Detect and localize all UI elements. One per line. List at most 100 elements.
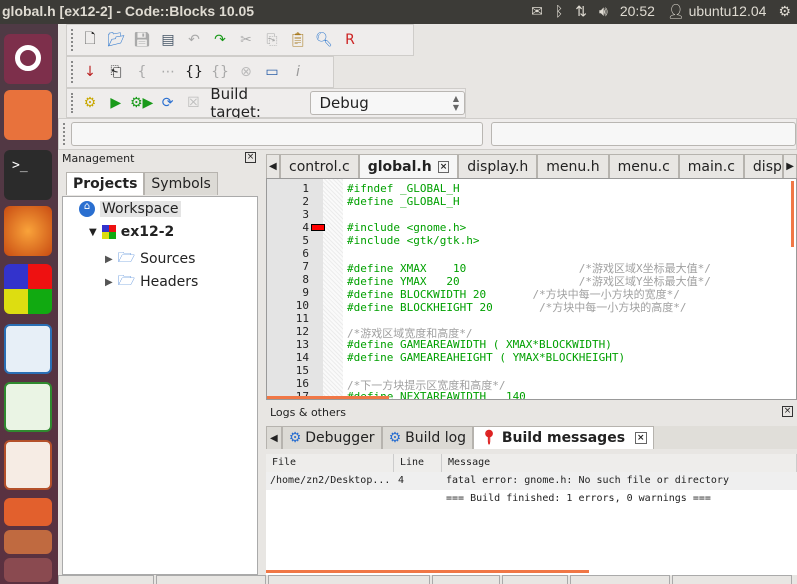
tabs-scroll-right-icon[interactable]: ▶	[783, 154, 797, 178]
cell-file: /home/zn2/Desktop...	[270, 475, 391, 486]
undo-icon[interactable]: ↶	[185, 31, 203, 49]
collapse-arrow-icon[interactable]: ▶	[105, 254, 113, 265]
status-default	[672, 575, 792, 584]
power-icon[interactable]: ⚙	[778, 3, 791, 20]
collapse-arrow-icon[interactable]: ▶	[105, 277, 113, 288]
rebuild-icon[interactable]: ⟳	[159, 94, 177, 112]
user-menu[interactable]: 👤︎ ubuntu12.04	[667, 3, 767, 20]
close-icon[interactable]: ×	[782, 406, 793, 417]
firefox-icon[interactable]	[4, 206, 52, 256]
column-header-line[interactable]: Line	[394, 454, 442, 472]
scope-select[interactable]	[71, 122, 483, 146]
system-settings-icon[interactable]	[4, 558, 52, 582]
stop-debug-icon[interactable]: ⊗	[237, 63, 255, 81]
fold-margin	[323, 179, 343, 399]
tab-main-c[interactable]: main.c	[678, 154, 744, 178]
network-icon[interactable]: ⇅	[575, 3, 587, 20]
abort-icon[interactable]: ☒	[184, 94, 202, 112]
debug-next-icon[interactable]: ⎗	[107, 63, 125, 81]
terminal-icon[interactable]: >_	[4, 150, 52, 200]
close-tab-icon[interactable]: ×	[437, 160, 450, 173]
tab-debugger[interactable]: ⚙ Debugger	[281, 426, 382, 449]
project-tree: ⌂ Workspace ▼ ex12-2 ▶ 🗁 Sources ▶ 🗁 Headers	[62, 196, 258, 575]
tab-menu-h[interactable]: menu.h	[537, 154, 609, 178]
tab-control-c[interactable]: control.c	[280, 154, 359, 178]
column-header-message[interactable]: Message	[442, 454, 797, 472]
info-icon[interactable]: i	[289, 63, 307, 81]
build-target-select[interactable]: Debug ▲ ▼	[310, 91, 466, 115]
gear-icon: ⚙	[388, 430, 402, 446]
horizontal-scrollbar[interactable]	[267, 396, 389, 399]
ubuntu-dash-icon[interactable]	[4, 34, 52, 84]
build-icon[interactable]: ⚙	[81, 94, 99, 112]
save-icon[interactable]: 💾︎	[133, 31, 151, 49]
tab-display[interactable]: displa	[743, 154, 784, 178]
update-manager-icon[interactable]	[4, 530, 52, 554]
open-icon[interactable]: 📂︎	[107, 31, 125, 49]
debug-windows-icon[interactable]: ▭	[263, 63, 281, 81]
table-row[interactable]: === Build finished: 1 errors, 0 warnings…	[266, 490, 797, 506]
tabs-scroll-left-icon[interactable]: ◀	[266, 154, 281, 178]
tab-display-h[interactable]: display.h	[458, 154, 538, 178]
paste-icon[interactable]: 📋︎	[289, 31, 307, 49]
next-instruction-icon[interactable]: {}	[185, 63, 203, 81]
build-and-run-icon[interactable]: ⚙▶	[130, 94, 153, 112]
tab-build-messages[interactable]: 📍︎ Build messages ×	[473, 426, 654, 449]
replace-icon[interactable]: R	[341, 31, 359, 49]
codeblocks-icon[interactable]	[4, 264, 52, 314]
code-comment: /*方块中每一小方块的高度*/	[539, 301, 687, 314]
writer-icon[interactable]	[4, 324, 52, 374]
project-label: ex12-2	[120, 224, 175, 240]
tree-folder-sources[interactable]: ▶ 🗁 Sources	[105, 247, 195, 271]
status-position	[268, 575, 430, 584]
line-number: 7	[302, 260, 309, 273]
function-select[interactable]	[490, 122, 796, 146]
code-editor[interactable]: 1 #ifndef _GLOBAL_H 2 #define _GLOBAL_H 3 4 #i…	[266, 178, 797, 400]
tree-folder-headers[interactable]: ▶ 🗁 Headers	[105, 270, 198, 294]
close-tab-icon[interactable]: ×	[635, 432, 647, 444]
horizontal-scrollbar[interactable]	[266, 570, 589, 573]
save-all-icon[interactable]: ▤	[159, 31, 177, 49]
compiler-toolbar: ⚙ ▶ ⚙▶ ⟳ ☒ Build target: Debug ▲ ▼	[66, 85, 466, 121]
management-tabs: Projects Symbols	[66, 172, 218, 195]
step-instruction-icon[interactable]: {}	[211, 63, 229, 81]
files-icon[interactable]	[4, 90, 52, 140]
tab-projects[interactable]: Projects	[66, 172, 145, 195]
close-icon[interactable]: ×	[245, 152, 256, 163]
tab-build-log[interactable]: ⚙ Build log	[381, 426, 474, 449]
code-line: #include <gnome.h>	[347, 221, 466, 234]
project-icon	[101, 225, 116, 239]
expand-arrow-icon[interactable]: ▼	[89, 227, 97, 238]
calc-icon[interactable]	[4, 382, 52, 432]
step-out-icon[interactable]: ⋯	[159, 63, 177, 81]
run-to-cursor-icon[interactable]: ↓	[81, 63, 99, 81]
step-into-icon[interactable]: {	[133, 63, 151, 81]
bluetooth-icon[interactable]: ᛒ	[555, 3, 563, 20]
copy-icon[interactable]: ⎘	[263, 31, 281, 49]
volume-icon[interactable]: 🔊︎	[599, 3, 608, 20]
software-center-icon[interactable]	[4, 498, 52, 526]
clock[interactable]: 20:52	[620, 3, 655, 20]
mail-icon[interactable]: ✉	[531, 3, 543, 20]
find-icon[interactable]: 🔍︎	[315, 31, 333, 49]
column-header-file[interactable]: File	[266, 454, 394, 472]
tree-workspace[interactable]: ⌂ Workspace	[79, 201, 181, 217]
run-icon[interactable]: ▶	[107, 94, 125, 112]
code-text: #include <gnome.h>	[347, 221, 467, 234]
impress-icon[interactable]	[4, 440, 52, 490]
tab-menu-c[interactable]: menu.c	[608, 154, 679, 178]
tabs-scroll-left-icon[interactable]: ◀	[266, 426, 282, 449]
new-file-icon[interactable]: 🗋	[81, 31, 99, 49]
tree-project[interactable]: ▼ ex12-2	[89, 224, 174, 240]
table-row[interactable]: /home/zn2/Desktop... 4 fatal error: gnom…	[266, 472, 797, 490]
code-line: #define GAMEAREAWIDTH ( XMAX*BLOCKWIDTH)	[347, 338, 612, 351]
tab-symbols[interactable]: Symbols	[144, 172, 218, 195]
folder-icon: 🗁	[117, 273, 136, 289]
tab-global-h[interactable]: global.h ×	[358, 154, 459, 178]
cut-icon[interactable]: ✂	[237, 31, 255, 49]
status-modified	[502, 575, 568, 584]
code-text: #include <gtk/gtk.h>	[347, 234, 480, 247]
line-number: 5	[302, 234, 309, 247]
redo-icon[interactable]: ↷	[211, 31, 229, 49]
main-toolbar: 🗋 📂︎ 💾︎ ▤ ↶ ↷ ✂ ⎘ 📋︎ 🔍︎ R	[66, 24, 414, 56]
